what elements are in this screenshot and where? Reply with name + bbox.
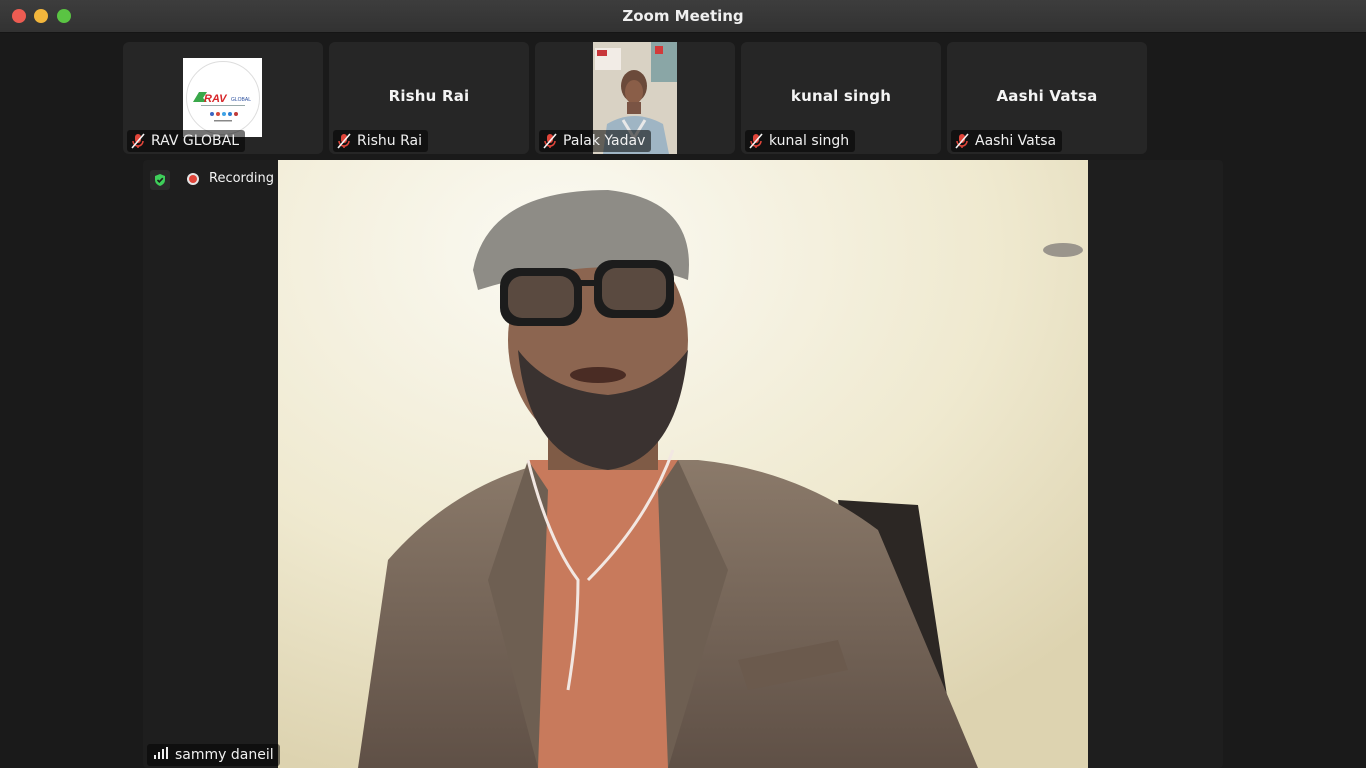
encryption-shield-icon[interactable]	[150, 170, 170, 190]
participant-tile-palak-yadav[interactable]: Palak Yadav	[535, 42, 735, 154]
active-speaker-video	[278, 160, 1088, 768]
participant-name-label: Rishu Rai	[333, 130, 428, 152]
mic-muted-icon	[543, 133, 557, 149]
participant-display-name: kunal singh	[790, 87, 892, 105]
recording-dot-icon	[187, 172, 199, 185]
participant-tile-rav-global[interactable]: RAV GLOBAL RAV GLOBAL	[123, 42, 323, 154]
participant-name: RAV GLOBAL	[151, 133, 240, 149]
svg-text:RAV: RAV	[204, 93, 228, 105]
mic-muted-icon	[337, 133, 351, 149]
active-speaker-tile[interactable]: Recording sammy daneil	[143, 160, 1223, 768]
speaker-video-frame	[278, 160, 1088, 768]
participant-name: kunal singh	[769, 133, 850, 149]
active-speaker-name: sammy daneil	[175, 747, 274, 763]
rav-logo-graphic: RAV GLOBAL	[192, 91, 251, 121]
participant-tile-aashi-vatsa[interactable]: Aashi Vatsa Aashi Vatsa	[947, 42, 1147, 154]
participant-display-name: Aashi Vatsa	[996, 87, 1098, 105]
mic-muted-icon	[131, 133, 145, 149]
participant-name-label: kunal singh	[745, 130, 856, 152]
window-title: Zoom Meeting	[622, 7, 744, 25]
recording-indicator[interactable]: Recording	[187, 171, 274, 186]
mic-muted-icon	[749, 133, 763, 149]
participant-name: Palak Yadav	[563, 133, 646, 149]
participant-name-label: Palak Yadav	[539, 130, 652, 152]
participant-name: Aashi Vatsa	[975, 133, 1057, 149]
participant-tile-rishu-rai[interactable]: Rishu Rai Rishu Rai	[329, 42, 529, 154]
mic-muted-icon	[955, 133, 969, 149]
participant-name: Rishu Rai	[357, 133, 422, 149]
window-titlebar: Zoom Meeting	[0, 0, 1366, 33]
rav-global-logo: RAV GLOBAL	[185, 60, 260, 135]
svg-text:GLOBAL: GLOBAL	[231, 97, 251, 103]
participant-avatar-logo: RAV GLOBAL	[183, 58, 262, 137]
active-speaker-label: sammy daneil	[147, 744, 280, 766]
recording-label: Recording	[209, 171, 275, 186]
participant-name-label: Aashi Vatsa	[951, 130, 1063, 152]
participant-tile-kunal-singh[interactable]: kunal singh kunal singh	[741, 42, 941, 154]
participant-name-label: RAV GLOBAL	[127, 130, 246, 152]
participant-display-name: Rishu Rai	[388, 87, 470, 105]
signal-strength-icon	[153, 747, 169, 763]
